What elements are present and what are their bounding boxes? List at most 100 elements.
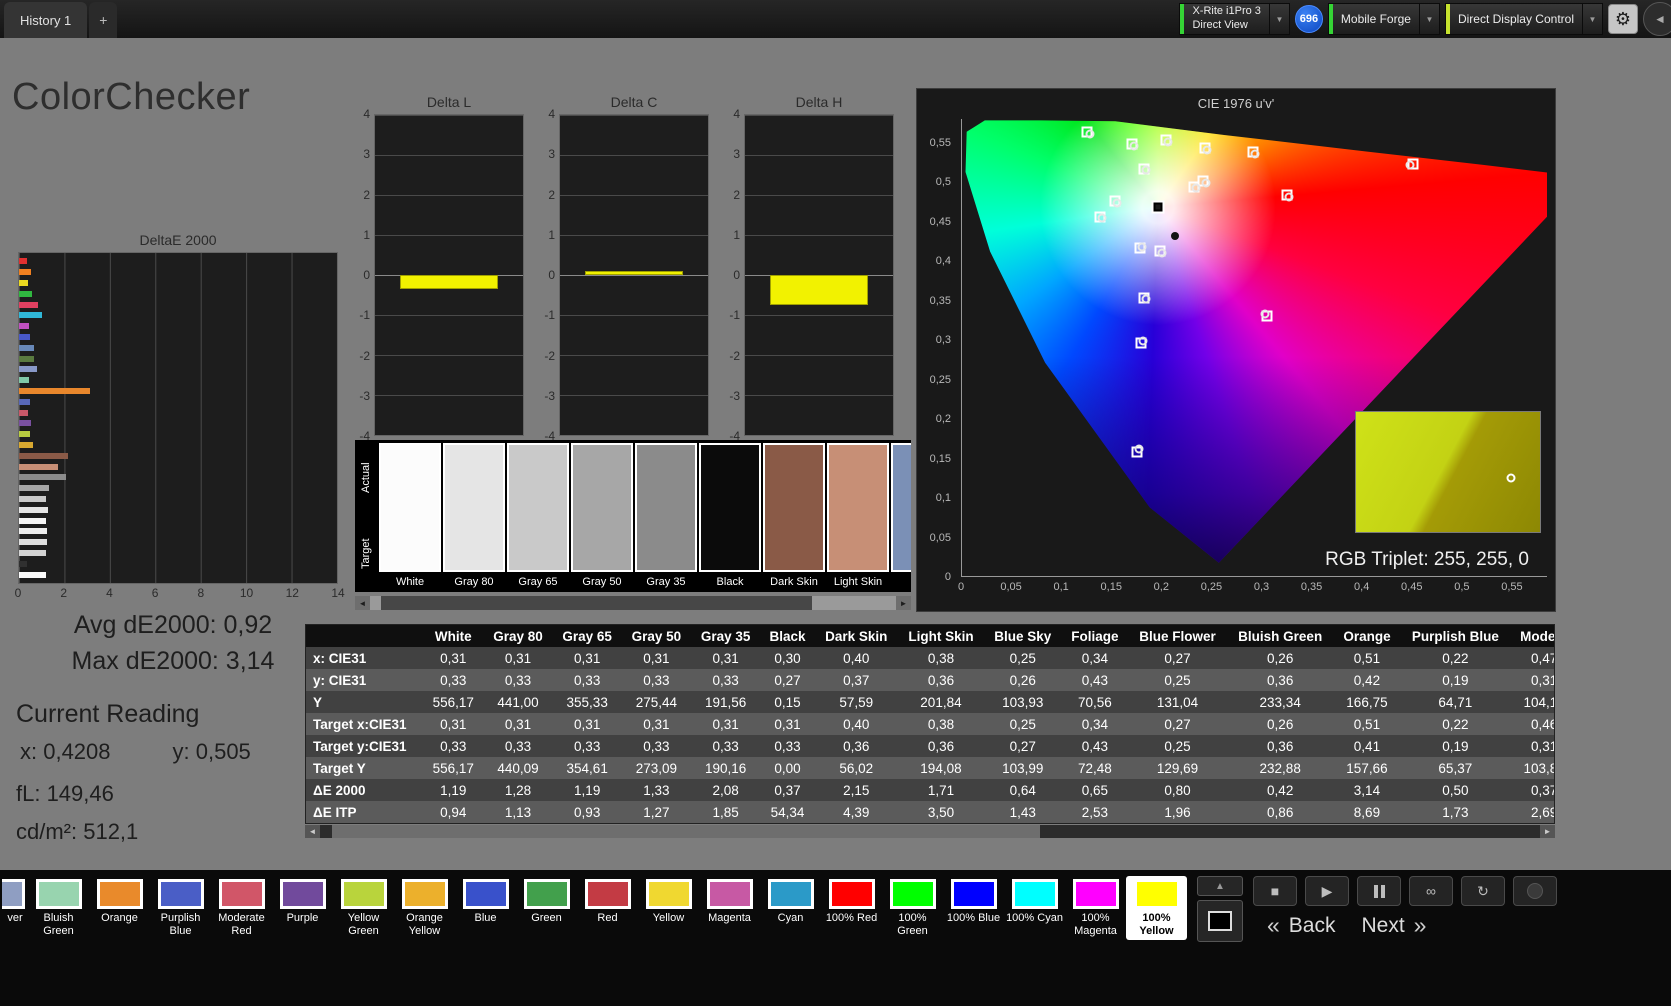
pattern-patch-100-green[interactable]: 100% Green [882,876,943,940]
continuous-button[interactable]: ∞ [1409,876,1453,906]
table-cell: 0,31 [504,716,532,732]
pattern-patch-yellow[interactable]: Yellow [638,876,699,928]
pattern-up-button[interactable]: ▲ [1197,876,1243,896]
axis-tick: 4 [106,586,113,600]
axis-tick: 3 [548,147,555,162]
chevrons-left-icon: « [1267,912,1280,938]
pattern-window-button[interactable] [1197,900,1243,942]
colorchecker-swatch: White [379,443,441,592]
table-cell: 0,25 [1009,716,1036,732]
table-cell: 157,66 [1346,760,1388,776]
swatch-strip-scrollbar[interactable]: ◄ ► [355,596,911,610]
pattern-patch-blue[interactable]: Blue [455,876,516,928]
table-cell: 0,34 [1081,716,1108,732]
chevron-down-icon: ▼ [1418,4,1439,34]
table-scrollbar[interactable]: ◄ ► [305,825,1555,838]
pattern-patch-red[interactable]: Red [577,876,638,928]
axis-tick: 0,25 [929,373,951,386]
table-cell: 0,33 [643,738,670,754]
table-cell: 8,69 [1353,804,1381,820]
play-button[interactable]: ▶ [1305,876,1349,906]
pattern-patch-purplish-blue[interactable]: Purplish Blue [150,876,211,940]
pattern-patch-100-red[interactable]: 100% Red [821,876,882,928]
delta-c-plot [559,114,709,436]
scroll-left-button[interactable]: ◄ [305,825,320,838]
scrollbar-thumb[interactable] [380,596,812,610]
delta-l-y-axis: 4 3 2 1 0 -1 -2 -3 -4 [352,107,374,443]
delta-h-chart: Delta H 4 3 2 1 0 -1 -2 -3 -4 [722,94,894,443]
pattern-patch-purple[interactable]: Purple [272,876,333,928]
swatch-label: Gray 35 [646,576,686,588]
back-button[interactable]: « Back [1267,912,1335,939]
pattern-patch-moderate-red[interactable]: Moderate Red [211,876,272,940]
scroll-left-button[interactable]: ◄ [355,596,370,610]
results-table: White Gray 80 Gray 65 Gray 50 Gray 35 Black Da… [306,625,1554,823]
pattern-patch-100-blue[interactable]: 100% Blue [943,876,1004,928]
measurement-marker [1191,183,1201,193]
tab-history-1[interactable]: History 1 [4,2,88,38]
patch-label: Purple [286,912,319,924]
swatch-label: Gray 65 [518,576,558,588]
stop-button[interactable]: ■ [1253,876,1297,906]
table-cell: 0,64 [1009,782,1036,798]
collapse-panel-button[interactable]: ◄ [1643,2,1671,36]
axis-tick: 0 [944,571,951,583]
pause-button[interactable] [1357,876,1401,906]
axis-tick: 2 [363,187,370,202]
pattern-source-dropdown[interactable]: Mobile Forge ▼ [1327,3,1440,35]
pattern-patch-100-cyan[interactable]: 100% Cyan [1004,876,1065,928]
table-cell: 0,15 [774,694,801,710]
colorchecker-swatch: Gray 65 [507,443,569,592]
pattern-patch-ver[interactable]: ver [2,876,28,928]
results-section: White Gray 80 Gray 65 Gray 50 Gray 35 Black Da… [305,624,1555,838]
cie-y-axis: 0 0,05 0,1 0,15 0,2 0,25 0,3 0,35 0,4 0,45 0,5 0,55 [917,119,957,583]
table-cell: 355,33 [566,694,608,710]
pattern-patch-yellow-green[interactable]: Yellow Green [333,876,394,940]
table-column-header: Gray 50 [621,625,692,647]
patch-swatch [1133,879,1180,909]
patch-label: 100% Red [825,912,878,924]
pattern-patch-100-yellow[interactable]: 100% Yellow [1126,876,1187,941]
scrollbar-track[interactable] [370,596,896,610]
pattern-patch-orange-yellow[interactable]: Orange Yellow [394,876,455,940]
patch-label: 100% Green [897,912,928,937]
extra-transport-button[interactable] [1513,876,1557,906]
patch-swatch [767,879,814,909]
scroll-right-button[interactable]: ► [1540,825,1555,838]
patch-label: Red [597,912,618,924]
meter-dropdown[interactable]: X-Rite i1Pro 3 Direct View ▼ [1179,3,1290,35]
table-cell: 56,02 [839,760,874,776]
pattern-patch-bluish-green[interactable]: Bluish Green [28,876,89,940]
pattern-patch-magenta[interactable]: Magenta [699,876,760,928]
scrollbar-thumb[interactable] [332,825,1040,838]
next-button[interactable]: Next » [1361,912,1426,939]
display-control-dropdown[interactable]: Direct Display Control ▼ [1444,3,1603,35]
patch-swatch [889,879,936,909]
add-tab-button[interactable]: + [89,2,118,38]
table-header-row: White Gray 80 Gray 65 Gray 50 Gray 35 Black Da… [306,625,1554,647]
table-cell: 1,43 [1009,804,1036,820]
table-cell: 0,27 [1164,716,1191,732]
deltae-bar [19,517,47,524]
patch-swatch [645,879,692,909]
settings-gear-button[interactable]: ⚙ [1608,4,1638,34]
patch-swatch [462,879,509,909]
table-cell: 0,51 [1353,650,1381,666]
deltae-bar [19,398,31,405]
repeat-button[interactable]: ↻ [1461,876,1505,906]
table-column-header: Light Skin [897,625,985,647]
axis-tick: 2 [733,187,740,202]
chevron-down-icon: ▼ [1268,4,1289,34]
pattern-patch-100-magenta[interactable]: 100% Magenta [1065,876,1126,940]
pattern-patch-cyan[interactable]: Cyan [760,876,821,928]
pattern-patch-green[interactable]: Green [516,876,577,928]
deltae-bar [19,549,47,556]
row-label: Target x:CIE31 [313,716,407,732]
scroll-right-button[interactable]: ► [896,596,911,610]
table-cell: 0,41 [1353,738,1381,754]
table-column-header: Gray 35 [691,625,761,647]
pattern-patch-orange[interactable]: Orange [89,876,150,928]
swatch-strip: Actual Target White Gray 80 Gray 65 Gray 50… [355,440,911,592]
scrollbar-track[interactable] [320,825,1540,838]
swatch-label: Light Skin [833,576,883,588]
